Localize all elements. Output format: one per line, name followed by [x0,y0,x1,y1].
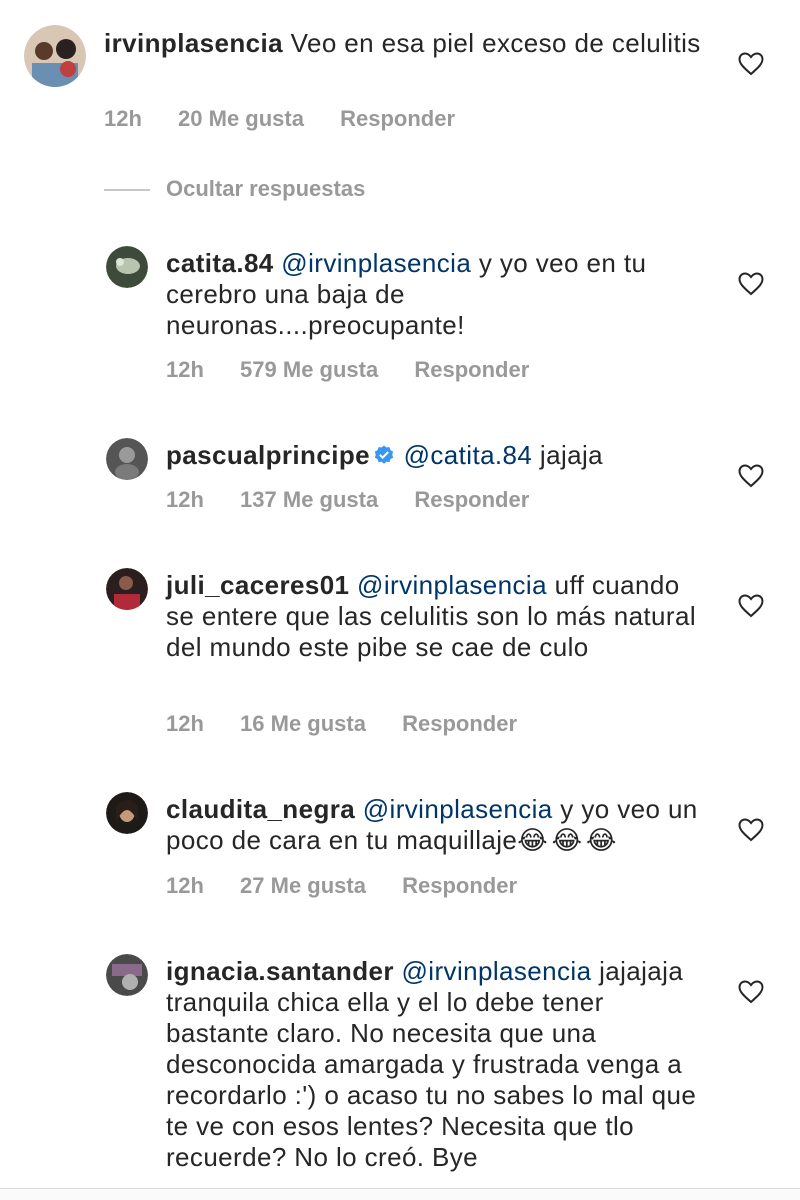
mention-link[interactable]: @irvinplasencia [363,794,553,824]
comment-time: 12h [166,357,204,382]
comment-text: jajaja [539,440,604,470]
comment-text-block: catita.84 @irvinplasencia y yo veo en tu… [166,248,706,341]
reply-button[interactable]: Responder [340,106,455,132]
avatar[interactable] [24,25,86,87]
bottom-edge [0,1188,800,1200]
avatar[interactable] [106,568,148,610]
comment-text-block: irvinplasencia Veo en esa piel exceso de… [104,28,704,59]
like-heart-icon[interactable] [738,594,764,618]
comment-likes[interactable]: 27 Me gusta [240,873,366,899]
reply-button[interactable]: Responder [414,487,529,513]
comment-time: 12h [166,711,204,736]
comment-meta: 12h 16 Me gusta Responder [166,711,517,737]
comment-time: 12h [166,873,204,898]
comment-likes[interactable]: 16 Me gusta [240,711,366,737]
mention-link[interactable]: @irvinplasencia [357,570,547,600]
divider-line [104,189,150,191]
like-heart-icon[interactable] [738,272,764,296]
comment-username[interactable]: ignacia.santander [166,956,394,986]
reply-button[interactable]: Responder [414,357,529,383]
mention-link[interactable]: @irvinplasencia [402,956,592,986]
comment-text: Veo en esa piel exceso de celulitis [290,28,701,58]
comment-username[interactable]: claudita_negra [166,794,355,824]
like-heart-icon[interactable] [738,818,764,842]
mention-link[interactable]: @catita.84 [404,440,533,470]
comment-username[interactable]: pascualprincipe [166,440,370,470]
hide-replies-label[interactable]: Ocultar respuestas [166,176,365,202]
comment-likes[interactable]: 137 Me gusta [240,487,378,513]
comment-meta: 12h 27 Me gusta Responder [166,873,517,899]
avatar[interactable] [106,438,148,480]
avatar[interactable] [106,246,148,288]
comment-meta: 12h 579 Me gusta Responder [166,357,529,383]
reply-button[interactable]: Responder [402,711,517,737]
comment-text-block: ignacia.santander @irvinplasencia jajaja… [166,956,712,1173]
reply-button[interactable]: Responder [402,873,517,899]
comment-text: jajajaja tranquila chica ella y el lo de… [166,956,697,1172]
comment-text-block: juli_caceres01 @irvinplasencia uff cuand… [166,570,706,663]
comment-time: 12h [166,487,204,512]
comment-time: 12h [104,106,142,131]
like-heart-icon[interactable] [738,980,764,1004]
like-heart-icon[interactable] [738,52,764,76]
comment-username[interactable]: irvinplasencia [104,28,283,58]
comment-likes[interactable]: 579 Me gusta [240,357,378,383]
like-heart-icon[interactable] [738,464,764,488]
comment-text-block: pascualprincipe @catita.84 jajaja [166,440,726,471]
avatar[interactable] [106,792,148,834]
comment-meta: 12h 137 Me gusta Responder [166,487,529,513]
avatar[interactable] [106,954,148,996]
comment-likes[interactable]: 20 Me gusta [178,106,304,132]
comment-meta: 12h 20 Me gusta Responder [104,106,455,132]
comment-username[interactable]: juli_caceres01 [166,570,349,600]
verified-badge-icon [374,445,394,464]
laughing-emoji-group: 😂😂😂 [517,826,621,856]
comment-text-block: claudita_negra @irvinplasencia y yo veo … [166,794,726,857]
comment-username[interactable]: catita.84 [166,248,274,278]
mention-link[interactable]: @irvinplasencia [281,248,471,278]
